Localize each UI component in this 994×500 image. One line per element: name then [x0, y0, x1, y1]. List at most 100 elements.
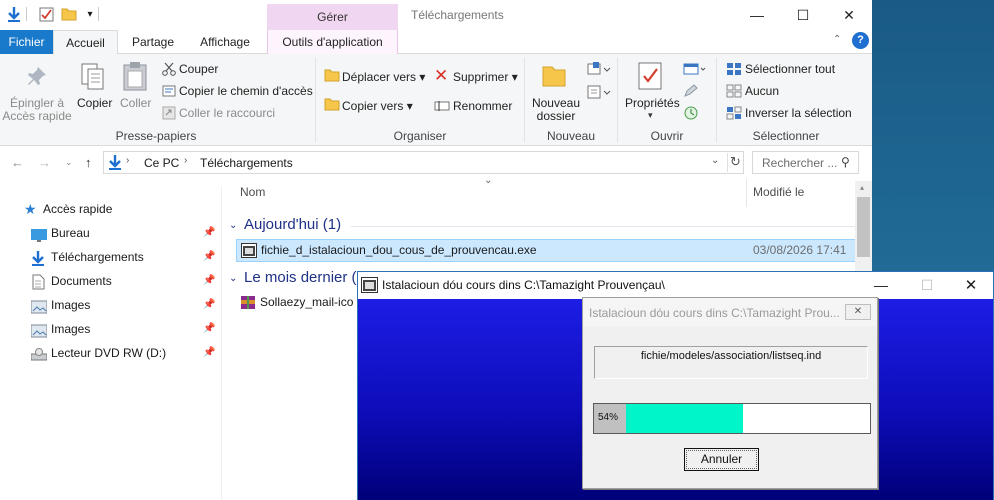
search-input[interactable]: Rechercher ... ⚲: [752, 151, 859, 174]
documents-icon: [31, 274, 47, 290]
pin-icon[interactable]: 📌: [203, 317, 215, 341]
properties-button[interactable]: Propriétés: [625, 96, 680, 110]
edit-icon[interactable]: [683, 84, 699, 101]
address-bar[interactable]: › Ce PC › Téléchargements ⌄ ↻: [103, 151, 744, 174]
nav-item-label: Images: [51, 322, 91, 336]
paste-shortcut-button[interactable]: Coller le raccourci: [179, 106, 275, 120]
nav-item-label: Lecteur DVD RW (D:): [51, 346, 167, 360]
exe-file-icon: [241, 243, 257, 261]
open-with-icon[interactable]: [683, 62, 707, 79]
cancel-button[interactable]: Annuler: [684, 448, 759, 471]
back-arrow-icon[interactable]: ←: [11, 155, 24, 170]
properties-dropdown-icon[interactable]: ▾: [648, 110, 653, 121]
quick-access-download-icon[interactable]: [6, 6, 22, 22]
pictures-icon: [30, 322, 48, 338]
pin-icon: [25, 64, 49, 91]
nav-item-documents[interactable]: Documents 📌: [0, 269, 222, 293]
properties-check-icon[interactable]: [38, 6, 54, 22]
copy-button[interactable]: Copier: [77, 96, 112, 110]
navigation-pane: ★ Accès rapide Bureau 📌 Téléchargements …: [0, 186, 222, 500]
close-icon[interactable]: ✕: [826, 0, 872, 30]
nav-item-bureau[interactable]: Bureau 📌: [0, 221, 222, 245]
maximize-icon[interactable]: ☐: [904, 272, 950, 299]
history-icon[interactable]: [683, 106, 699, 123]
forward-arrow-icon[interactable]: →: [38, 155, 51, 170]
installer-title-bar: Istalacioun dóu cours dins C:\Tamazight …: [358, 272, 993, 299]
new-folder-label-line2: dossier: [536, 109, 576, 123]
rename-button[interactable]: Renommer: [453, 99, 512, 113]
move-to-button[interactable]: Déplacer vers ▾: [342, 70, 425, 84]
select-all-button[interactable]: Sélectionner tout: [745, 62, 835, 76]
select-none-button[interactable]: Aucun: [745, 84, 779, 98]
recent-locations-icon[interactable]: ⌄: [65, 157, 73, 168]
nav-item-telechargements[interactable]: Téléchargements 📌: [0, 245, 222, 269]
scrollbar-thumb[interactable]: [857, 197, 870, 257]
pin-icon[interactable]: 📌: [203, 221, 215, 245]
current-file-text: fichie/modeles/association/listseq.ind: [640, 350, 822, 362]
nav-item-label: Bureau: [51, 226, 90, 240]
breadcrumb-separator-icon: ›: [184, 155, 188, 166]
properties-large-icon: [638, 62, 662, 93]
tab-fichier[interactable]: Fichier: [0, 30, 53, 54]
customize-toolbar-icon[interactable]: ▾: [82, 6, 98, 22]
copy-path-icon: [162, 84, 176, 101]
pin-icon[interactable]: 📌: [203, 293, 215, 317]
nav-item-label: Téléchargements: [51, 250, 144, 264]
minimize-icon[interactable]: —: [734, 0, 780, 30]
group-header-today[interactable]: Aujourd'hui (1): [244, 216, 341, 233]
tab-outils-application[interactable]: Outils d'application: [267, 30, 398, 54]
help-icon[interactable]: ?: [852, 32, 869, 49]
copy-to-button[interactable]: Copier vers ▾: [342, 99, 413, 113]
group-collapse-icon[interactable]: ⌄: [229, 273, 237, 284]
tab-affichage[interactable]: Affichage: [190, 30, 260, 54]
progress-fill: [626, 404, 743, 433]
column-header-name[interactable]: Nom: [240, 185, 265, 199]
pin-icon[interactable]: 📌: [203, 269, 215, 293]
group-label-presse-papiers: Presse-papiers: [115, 129, 197, 143]
group-label-selectionner: Sélectionner: [752, 129, 820, 143]
nav-item-images[interactable]: Images 📌: [0, 293, 222, 317]
new-item-icon[interactable]: [587, 62, 611, 79]
delete-button[interactable]: Supprimer ▾: [453, 70, 518, 84]
invert-selection-button[interactable]: Inverser la sélection: [745, 106, 852, 120]
column-header-modified[interactable]: Modifié le: [753, 185, 804, 199]
search-icon[interactable]: ⚲: [841, 155, 850, 169]
address-dropdown-icon[interactable]: ⌄: [711, 155, 719, 166]
tab-partage[interactable]: Partage: [122, 30, 184, 54]
group-header-last-month[interactable]: Le mois dernier (1): [244, 269, 370, 286]
easy-access-icon[interactable]: [587, 85, 611, 102]
new-folder-button[interactable]: Nouveau dossier: [528, 97, 584, 123]
cut-button[interactable]: Couper: [179, 62, 218, 76]
nav-item-dvd-drive[interactable]: Lecteur DVD RW (D:) 📌: [0, 341, 222, 365]
dvd-drive-icon: [30, 346, 48, 361]
pin-icon[interactable]: 📌: [203, 341, 215, 365]
collapse-ribbon-icon[interactable]: ⌃: [833, 34, 841, 45]
new-folder-icon[interactable]: [61, 6, 77, 22]
close-icon[interactable]: ✕: [948, 272, 994, 299]
pin-quick-access-button[interactable]: Épingler à Accès rapide: [2, 97, 72, 123]
minimize-icon[interactable]: —: [858, 272, 904, 299]
refresh-icon[interactable]: ↻: [730, 154, 741, 170]
dialog-title: Istalacioun dóu cours dins C:\Tamazight …: [589, 306, 840, 320]
desktop-icon: [31, 226, 47, 242]
maximize-icon[interactable]: ☐: [780, 0, 826, 30]
breadcrumb-ce-pc[interactable]: Ce PC: [144, 156, 179, 170]
nav-quick-access[interactable]: ★ Accès rapide: [0, 197, 222, 221]
group-collapse-icon[interactable]: ⌄: [229, 220, 237, 231]
progress-dialog: Istalacioun dóu cours dins C:\Tamazight …: [582, 297, 878, 489]
pin-icon[interactable]: 📌: [203, 245, 215, 269]
nav-item-images[interactable]: Images 📌: [0, 317, 222, 341]
dialog-close-icon[interactable]: ✕: [845, 304, 871, 320]
pin-label-line2: Accès rapide: [2, 109, 72, 123]
up-arrow-icon[interactable]: ↑: [85, 155, 92, 170]
copy-to-icon: [324, 97, 340, 114]
breadcrumb-telechargements[interactable]: Téléchargements: [200, 156, 293, 170]
dialog-title-bar: Istalacioun dóu cours dins C:\Tamazight …: [583, 298, 877, 326]
tab-accueil[interactable]: Accueil: [53, 30, 118, 55]
file-row-selected[interactable]: fichie_d_istalacioun_dou_cous_de_prouven…: [236, 239, 856, 262]
paste-button[interactable]: Coller: [120, 96, 151, 110]
delete-icon: ✕: [434, 66, 449, 85]
copy-icon: [80, 62, 106, 95]
copy-path-button[interactable]: Copier le chemin d'accès: [179, 84, 313, 98]
scroll-up-icon[interactable]: ▴: [860, 183, 864, 192]
